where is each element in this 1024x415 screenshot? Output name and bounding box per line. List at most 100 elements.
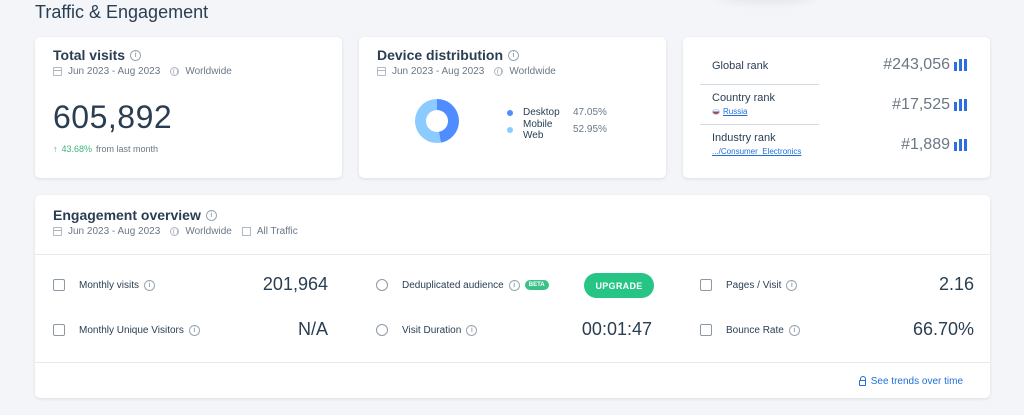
upgrade-button[interactable]: UPGRADE (584, 273, 654, 298)
label-text: Visit Duration (402, 324, 462, 336)
engagement-overview-card: Engagement overview i Jun 2023 - Aug 202… (35, 195, 990, 398)
label-text: Monthly visits (79, 279, 140, 291)
calendar-icon (53, 67, 62, 76)
globe-icon (170, 227, 180, 236)
pages-visit-value: 2.16 (938, 274, 974, 294)
industry-link[interactable]: .../Consumer_Electronics (712, 147, 801, 156)
change-value: 43.68% (61, 144, 93, 154)
rank-chart-icon[interactable] (954, 139, 969, 151)
traffic-icon (241, 227, 251, 236)
pages-visit-metric: Pages / Visit i (700, 275, 798, 295)
info-icon[interactable]: i (205, 209, 217, 221)
rank-chart-icon[interactable] (954, 59, 969, 71)
info-icon[interactable]: i (130, 49, 142, 61)
country-name[interactable]: Russia (723, 107, 747, 116)
engagement-title-row: Engagement overview i (53, 207, 972, 223)
info-icon[interactable]: i (188, 324, 200, 336)
user-card-icon (53, 324, 65, 336)
date-range: Jun 2023 - Aug 2023 (68, 66, 161, 77)
desktop-dot (507, 109, 513, 116)
engagement-meta: Jun 2023 - Aug 2023 Worldwide All Traffi… (53, 226, 972, 237)
calendar-icon (53, 227, 62, 236)
region: Worldwide (509, 66, 556, 77)
date-range: Jun 2023 - Aug 2023 (68, 226, 161, 237)
trends-link-text[interactable]: See trends over time (871, 376, 963, 387)
label-text: Monthly Unique Visitors (79, 324, 184, 336)
calendar-icon (377, 67, 386, 76)
info-icon[interactable]: i (786, 279, 798, 291)
legend-value: 47.05% (573, 107, 607, 118)
unique-visitors-metric: Monthly Unique Visitors i (53, 320, 200, 340)
country-rank-value: #17,525 (892, 96, 950, 113)
pages-icon (700, 279, 712, 291)
total-visits-trend: ↑ 43.68% from last month (53, 144, 324, 154)
calendar-icon (53, 279, 65, 291)
bounce-rate-value: 66.70% (912, 319, 974, 339)
engagement-footer: See trends over time (35, 362, 990, 398)
monthly-visits-metric: Monthly visits i (53, 275, 156, 295)
ranks-card: Global rank #243,056 Country rank Russia… (683, 37, 990, 178)
total-visits-meta: Jun 2023 - Aug 2023 Worldwide (53, 66, 324, 77)
globe-icon (170, 67, 180, 76)
section-title: Traffic & Engagement (35, 2, 209, 22)
device-legend: Desktop 47.05% Mobile Web 52.95% (507, 104, 607, 141)
industry-rank-value: #1,889 (901, 136, 950, 153)
monthly-visits-value: 201,964 (262, 274, 328, 294)
engagement-title: Engagement overview (53, 207, 201, 223)
unique-visitors-value: N/A (297, 319, 328, 339)
dedup-audience-label: Deduplicated audience i BETA (402, 279, 549, 291)
total-visits-title: Total visits (53, 47, 126, 63)
device-distribution-card: Device distribution i Jun 2023 - Aug 202… (359, 37, 666, 178)
label-text: Bounce Rate (726, 324, 784, 336)
info-icon[interactable]: i (508, 279, 520, 291)
see-trends-link[interactable]: See trends over time (858, 376, 963, 387)
russia-flag-icon (712, 108, 720, 115)
visit-duration-label: Visit Duration i (402, 324, 478, 336)
monthly-visits-label: Monthly visits i (79, 279, 156, 291)
region: Worldwide (185, 226, 232, 237)
engagement-header: Engagement overview i Jun 2023 - Aug 202… (35, 195, 990, 255)
visit-duration-value: 00:01:47 (581, 319, 652, 339)
rank-chart-icon[interactable] (954, 99, 969, 111)
legend-label: Desktop (523, 107, 560, 118)
legend-label: Mobile Web (523, 118, 553, 141)
label-text: Pages / Visit (726, 279, 782, 291)
country-rank-label: Country rank (712, 92, 775, 104)
date-range: Jun 2023 - Aug 2023 (392, 66, 485, 77)
total-visits-card: Total visits i Jun 2023 - Aug 2023 World… (35, 37, 342, 178)
global-rank-value: #243,056 (883, 56, 950, 73)
visit-duration-metric: Visit Duration i (376, 320, 478, 340)
info-icon[interactable]: i (466, 324, 478, 336)
bounce-rate-label: Bounce Rate i (726, 324, 800, 336)
info-icon[interactable]: i (788, 324, 800, 336)
pages-visit-label: Pages / Visit i (726, 279, 798, 291)
device-meta: Jun 2023 - Aug 2023 Worldwide (377, 66, 648, 77)
device-title: Device distribution (377, 47, 504, 63)
label-text: Deduplicated audience (402, 279, 504, 291)
device-title-row: Device distribution i (377, 47, 648, 63)
region: Worldwide (185, 66, 232, 77)
legend-mobile: Mobile Web 52.95% (507, 118, 607, 141)
arrow-up-icon: ↑ (53, 144, 58, 154)
users-icon (376, 279, 388, 291)
bounce-rate-metric: Bounce Rate i (700, 320, 800, 340)
total-visits-value: 605,892 (53, 99, 173, 135)
info-icon[interactable]: i (144, 279, 156, 291)
device-donut-chart (415, 99, 459, 143)
bounce-arrow-icon (700, 324, 712, 336)
industry-rank-row: Industry rank .../Consumer_Electronics #… (700, 125, 972, 165)
dedup-audience-metric: Deduplicated audience i BETA (376, 275, 549, 295)
country-rank-row: Country rank Russia #17,525 (700, 85, 972, 125)
total-visits-title-row: Total visits i (53, 47, 324, 63)
beta-badge: BETA (524, 280, 549, 290)
globe-icon (494, 67, 504, 76)
stopwatch-icon (376, 324, 388, 336)
global-rank-label: Global rank (712, 60, 769, 72)
legend-value: 52.95% (573, 124, 607, 135)
info-icon[interactable]: i (508, 49, 520, 61)
lock-icon (858, 376, 867, 386)
industry-rank-label: Industry rank (712, 132, 776, 144)
unique-visitors-label: Monthly Unique Visitors i (79, 324, 200, 336)
country-link[interactable]: Russia (712, 107, 747, 116)
global-rank-row: Global rank #243,056 (700, 37, 972, 85)
